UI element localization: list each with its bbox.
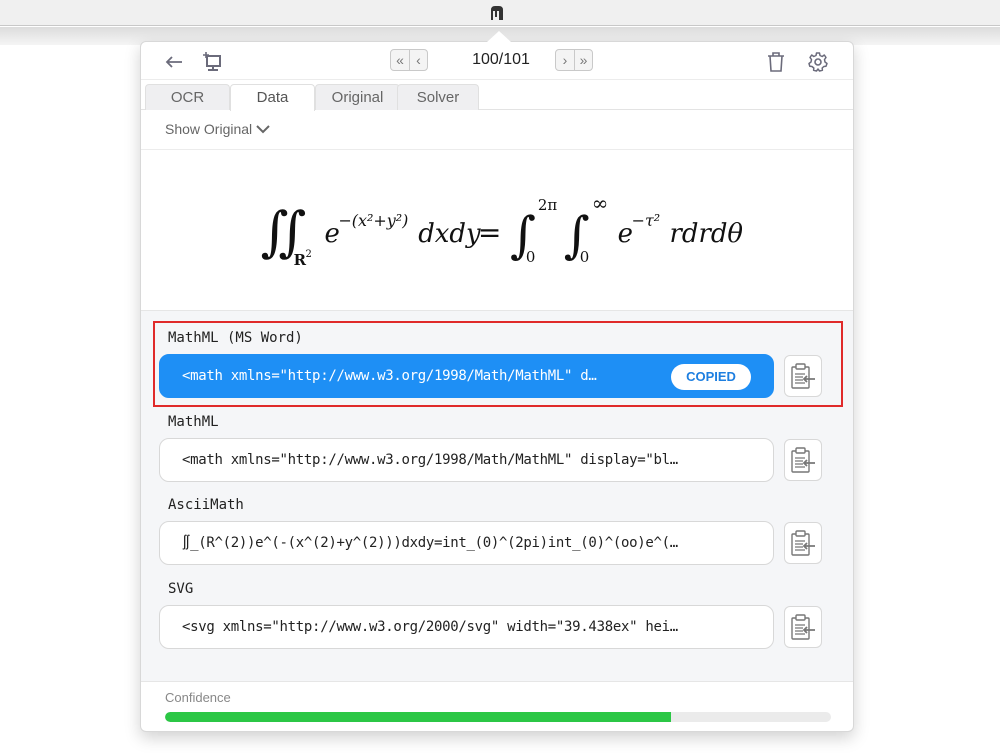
trash-icon[interactable] (765, 51, 787, 73)
differentials-rhs: rdrdθ (670, 219, 744, 249)
format-value: ∬_(R^(2))e^(-(x^(2)+y^(2)))dxdy=int_(0)^… (182, 535, 678, 551)
back-arrow-icon[interactable] (163, 51, 185, 73)
tab-bar: OCR Data Original Solver (141, 81, 853, 111)
snip-panel: « ‹ 100/101 › » OCR Data Original Solver… (140, 41, 854, 732)
page-counter: 100/101 (472, 51, 530, 68)
differentials-lhs: dxdy (418, 219, 481, 249)
format-label: MathML (MS Word) (168, 330, 303, 346)
format-value: <svg xmlns="http://www.w3.org/2000/svg" … (182, 619, 678, 635)
gear-icon[interactable] (807, 51, 829, 73)
first-page-button[interactable]: « (391, 50, 409, 70)
popover-arrow (487, 31, 511, 42)
equals-sign: = (478, 216, 501, 249)
format-label: AsciiMath (168, 497, 244, 513)
format-label: SVG (168, 581, 194, 597)
copy-button[interactable] (784, 522, 822, 564)
toolbar: « ‹ 100/101 › » (141, 42, 853, 80)
rendered-formula: ∬ R 2 e −(x²+y²) dxdy = ∫ 2π 0 ∫ ∞ 0 e −… (261, 191, 744, 269)
format-field-svg[interactable]: <svg xmlns="http://www.w3.org/2000/svg" … (159, 605, 774, 649)
next-nav-group: › » (555, 49, 593, 71)
clipboard-icon (791, 614, 815, 640)
confidence-bar (165, 712, 831, 722)
format-value: <math xmlns="http://www.w3.org/1998/Math… (182, 452, 678, 468)
show-original-toggle[interactable]: Show Original (165, 121, 270, 137)
app-tray-icon[interactable] (488, 5, 506, 21)
prev-page-button[interactable]: ‹ (409, 50, 427, 70)
tab-data[interactable]: Data (230, 84, 315, 111)
next-page-icon: › (562, 52, 568, 68)
copied-badge: COPIED (671, 364, 751, 390)
new-snip-icon[interactable] (201, 51, 223, 73)
show-original-label: Show Original (165, 121, 253, 137)
format-value: <math xmlns="http://www.w3.org/1998/Math… (182, 368, 597, 384)
format-field-asciimath[interactable]: ∬_(R^(2))e^(-(x^(2)+y^(2)))dxdy=int_(0)^… (159, 521, 774, 565)
copy-button[interactable] (784, 355, 822, 397)
e-exponent-rhs: −τ² (632, 211, 661, 230)
clipboard-icon (791, 447, 815, 473)
menu-bar (0, 0, 1000, 26)
lower-limit-outer: 0 (526, 248, 536, 266)
tab-ocr[interactable]: OCR (145, 84, 230, 110)
format-field-mathml[interactable]: <math xmlns="http://www.w3.org/1998/Math… (159, 438, 774, 482)
clipboard-icon (791, 363, 815, 389)
prev-page-icon: ‹ (416, 52, 421, 68)
formats-section: MathML (MS Word) <math xmlns="http://www… (141, 310, 853, 682)
upper-limit-inner: ∞ (592, 191, 609, 215)
last-page-icon: » (579, 52, 588, 68)
prev-nav-group: « ‹ (390, 49, 428, 71)
confidence-bar-fill (165, 712, 672, 722)
upper-limit-outer: 2π (538, 196, 558, 214)
next-page-button[interactable]: › (556, 50, 574, 70)
format-field-mathml-word[interactable]: <math xmlns="http://www.w3.org/1998/Math… (159, 354, 774, 398)
lower-limit-inner: 0 (580, 248, 590, 266)
format-label: MathML (168, 414, 219, 430)
last-page-button[interactable]: » (574, 50, 592, 70)
domain-exponent: 2 (306, 249, 312, 260)
confidence-label: Confidence (165, 690, 231, 705)
e-exponent: −(x²+y²) (338, 211, 408, 230)
first-page-icon: « (396, 52, 404, 68)
copy-button[interactable] (784, 439, 822, 481)
tab-original[interactable]: Original (315, 84, 400, 110)
copy-button[interactable] (784, 606, 822, 648)
chevron-down-icon (256, 125, 270, 134)
clipboard-icon (791, 530, 815, 556)
tab-solver[interactable]: Solver (397, 84, 479, 110)
